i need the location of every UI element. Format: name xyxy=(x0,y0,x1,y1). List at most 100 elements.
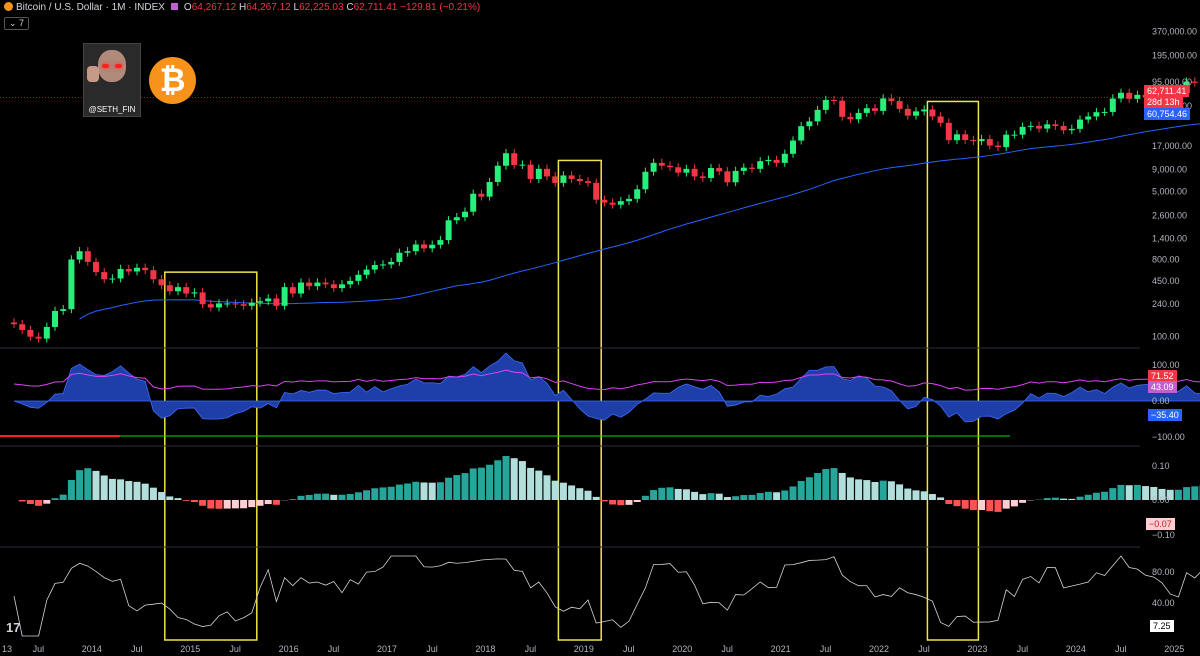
macd-bar xyxy=(740,495,748,500)
macd-bar xyxy=(961,500,969,509)
macd-bar xyxy=(838,472,846,500)
macd-tick-label: −0.10 xyxy=(1152,530,1175,540)
time-tick-label: Jul xyxy=(525,644,537,654)
time-tick-label: 2021 xyxy=(771,644,791,654)
candle-body xyxy=(412,244,419,252)
macd-bar xyxy=(248,500,256,508)
candle-body xyxy=(560,175,567,183)
candle-body xyxy=(43,326,50,339)
macd-bar xyxy=(986,500,994,512)
candle-body xyxy=(880,98,887,111)
macd-bar xyxy=(863,480,871,500)
candle-body xyxy=(232,303,239,305)
candle-body xyxy=(494,165,501,183)
time-tick-label: Jul xyxy=(623,644,635,654)
candle-body xyxy=(568,175,575,179)
time-tick-label: Jul xyxy=(33,644,45,654)
macd-bar xyxy=(650,490,658,500)
macd-bar xyxy=(272,500,280,505)
macd-bar xyxy=(674,488,682,500)
macd-bar xyxy=(477,467,485,500)
candle-body xyxy=(732,170,739,183)
flag-icon[interactable] xyxy=(170,3,178,10)
time-tick-label: 2014 xyxy=(82,644,102,654)
indicators-toggle-button[interactable]: ⌄ 7 xyxy=(4,17,30,30)
macd-bar xyxy=(1051,497,1059,500)
candle-body xyxy=(216,303,222,308)
candle-body xyxy=(339,284,345,289)
candle-body xyxy=(929,109,936,117)
candle-body xyxy=(995,145,1001,148)
macd-bar xyxy=(363,490,371,500)
macd-bar xyxy=(879,480,887,500)
candle-body xyxy=(593,182,600,200)
candle-body xyxy=(314,282,321,287)
time-tick-label: 2020 xyxy=(672,644,692,654)
macd-bar xyxy=(1068,498,1076,500)
candle-body xyxy=(142,267,149,271)
candle-body xyxy=(978,139,985,142)
candle-body xyxy=(117,268,124,279)
rsi-tick-label: 80.00 xyxy=(1152,567,1175,577)
candle-body xyxy=(749,167,755,169)
price-tick-label: 100.00 xyxy=(1152,332,1180,342)
macd-bar xyxy=(1002,500,1010,509)
candle-body xyxy=(1126,92,1133,99)
rsi-tick-label: 40.00 xyxy=(1152,598,1175,608)
candle-body xyxy=(945,122,952,141)
candle-body xyxy=(445,220,452,241)
candle-body xyxy=(667,165,673,168)
candle-body xyxy=(371,265,378,270)
candle-body xyxy=(609,202,616,205)
candle-body xyxy=(888,98,895,102)
candle-body xyxy=(396,252,403,262)
rsi-panel xyxy=(0,546,1200,637)
candle-body xyxy=(355,274,362,281)
macd-bar xyxy=(404,483,412,500)
macd-bar xyxy=(67,480,75,500)
macd-bar xyxy=(912,490,920,500)
macd-bar xyxy=(1133,484,1141,500)
macd-bar xyxy=(773,492,781,500)
candle-body xyxy=(421,244,427,249)
highlight-boxes xyxy=(164,100,980,641)
macd-bar xyxy=(855,479,863,500)
macd-bar xyxy=(322,493,330,500)
macd-bar xyxy=(666,487,674,500)
time-tick-label: Jul xyxy=(820,644,832,654)
osc-tick-label: −100.00 xyxy=(1152,432,1185,442)
time-tick-label: 2024 xyxy=(1066,644,1086,654)
candle-body xyxy=(683,168,690,173)
macd-bar xyxy=(436,482,444,500)
candle-body xyxy=(273,298,280,306)
candle-body xyxy=(847,116,854,120)
macd-bar xyxy=(100,475,108,500)
candle-body xyxy=(970,140,977,142)
osc-badge-b: 43.09 xyxy=(1148,381,1177,393)
macd-bar xyxy=(445,477,453,500)
candle-body xyxy=(191,292,198,294)
candle-body xyxy=(527,164,534,179)
macd-bar xyxy=(141,483,149,500)
candlestick-series xyxy=(11,77,1198,343)
candle-body xyxy=(716,168,723,172)
tradingview-logo[interactable]: 17 xyxy=(6,620,20,635)
candle-body xyxy=(1109,98,1116,112)
candle-body xyxy=(1077,119,1083,129)
time-tick-label: Jul xyxy=(1115,644,1127,654)
macd-bar xyxy=(166,496,174,500)
macd-bar xyxy=(133,481,141,500)
candle-body xyxy=(601,199,608,203)
macd-bar xyxy=(789,486,797,500)
macd-bar xyxy=(461,473,469,500)
candle-body xyxy=(388,261,395,265)
macd-histogram-panel xyxy=(0,445,1200,512)
laser-eye-icon xyxy=(102,64,109,68)
time-tick-label: Jul xyxy=(426,644,438,654)
macd-bar xyxy=(92,470,100,500)
highlight-box xyxy=(926,100,980,641)
macd-bar xyxy=(1117,484,1125,500)
macd-bar xyxy=(1101,491,1109,500)
candle-body xyxy=(1134,94,1141,99)
macd-bar xyxy=(51,498,59,500)
